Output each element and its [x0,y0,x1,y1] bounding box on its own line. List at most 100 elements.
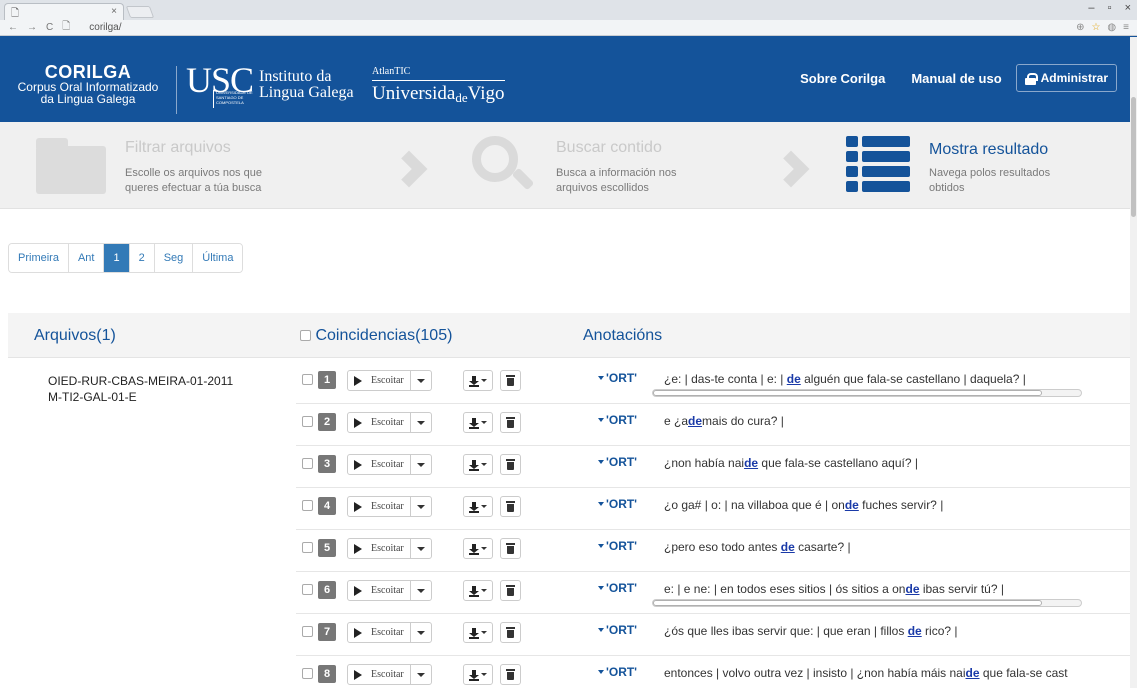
match-highlight-link[interactable]: de [744,456,758,470]
ort-annotation-toggle[interactable]: 'ORT' [598,539,637,553]
download-button[interactable] [463,370,493,391]
address-bar[interactable]: corilga/ [89,22,121,33]
ort-annotation-toggle[interactable]: 'ORT' [598,455,637,469]
play-button[interactable]: Escoitar [348,413,411,432]
chevron-right-icon [772,150,810,188]
ort-annotation-toggle[interactable]: 'ORT' [598,497,637,511]
download-button[interactable] [463,454,493,475]
download-button[interactable] [463,664,493,685]
download-button[interactable] [463,622,493,643]
ort-annotation-toggle[interactable]: 'ORT' [598,665,637,679]
step-show-title[interactable]: Mostra resultado [929,141,1048,159]
download-button[interactable] [463,412,493,433]
row-number-badge: 4 [318,497,336,515]
delete-button[interactable] [500,412,521,433]
page-1[interactable]: 1 [104,244,130,272]
match-text: ¿ós que lles ibas servir que: | que eran… [664,624,958,638]
play-button[interactable]: Escoitar [348,371,411,390]
play-options-dropdown[interactable] [411,455,431,474]
match-text: ¿e: | das-te conta | e: | de alguén que … [664,372,1026,386]
ort-annotation-toggle[interactable]: 'ORT' [598,413,637,427]
browser-tab[interactable]: 🗋 × [4,3,124,20]
match-highlight-link[interactable]: de [781,540,795,554]
play-options-dropdown[interactable] [411,371,431,390]
row-checkbox[interactable] [302,416,313,427]
row-checkbox[interactable] [302,458,313,469]
delete-button[interactable] [500,454,521,475]
download-button[interactable] [463,538,493,559]
close-tab-icon[interactable]: × [111,6,117,17]
play-options-dropdown[interactable] [411,539,431,558]
delete-button[interactable] [500,580,521,601]
menu-icon[interactable]: ≡ [1123,22,1129,33]
step-filter-title[interactable]: Filtrar arquivos [125,139,231,157]
audio-progress-bar[interactable] [652,599,1082,607]
delete-button[interactable] [500,538,521,559]
play-options-dropdown[interactable] [411,623,431,642]
extension-icon[interactable]: ◍ [1107,22,1116,33]
match-highlight-link[interactable]: de [787,372,801,386]
page-prev[interactable]: Ant [68,244,105,272]
zoom-icon[interactable]: ⊕ [1076,22,1084,33]
play-options-dropdown[interactable] [411,497,431,516]
match-highlight-link[interactable]: de [908,624,922,638]
match-row: 7 Escoitar 'ORT' ¿ós que lles ibas servi… [296,614,1132,656]
match-highlight-link[interactable]: de [688,414,702,428]
download-button[interactable] [463,580,493,601]
audio-progress-bar[interactable] [652,389,1082,397]
forward-icon[interactable]: → [27,22,37,33]
page-last[interactable]: Última [193,244,243,272]
minimize-icon[interactable]: – [1088,2,1094,14]
ilg-line-2: Lingua Galega [259,84,354,101]
page-scrollbar[interactable] [1130,37,1137,688]
scrollbar-thumb[interactable] [1131,97,1136,217]
chevron-down-icon [416,378,425,383]
step-show-sub1: Navega polos resultados [929,167,1051,179]
nav-about-link[interactable]: Sobre Corilga [800,71,885,86]
match-highlight-link[interactable]: de [845,498,859,512]
match-highlight-link[interactable]: de [905,582,919,596]
new-tab-button[interactable] [125,6,155,18]
play-button[interactable]: Escoitar [348,623,411,642]
file-name-line-1: OIED-RUR-CBAS-MEIRA-01-2011 [48,374,234,388]
corilga-logo[interactable]: CORILGA Corpus Oral Informatizado da Lin… [8,63,168,105]
bookmark-star-icon[interactable]: ☆ [1091,22,1100,33]
row-checkbox[interactable] [302,584,313,595]
play-options-dropdown[interactable] [411,413,431,432]
page-info-icon[interactable]: 🗋 [62,19,70,36]
play-button[interactable]: Escoitar [348,581,411,600]
page-next[interactable]: Seg [154,244,194,272]
reload-icon[interactable]: C [46,22,53,33]
delete-button[interactable] [500,622,521,643]
step-search-title[interactable]: Buscar contido [556,139,662,157]
play-options-dropdown[interactable] [411,665,431,684]
play-button[interactable]: Escoitar [348,539,411,558]
ort-annotation-toggle[interactable]: 'ORT' [598,623,637,637]
row-checkbox[interactable] [302,626,313,637]
delete-button[interactable] [500,370,521,391]
select-all-checkbox[interactable] [300,330,311,341]
play-button[interactable]: Escoitar [348,455,411,474]
row-checkbox[interactable] [302,668,313,679]
row-checkbox[interactable] [302,374,313,385]
play-button[interactable]: Escoitar [348,665,411,684]
ort-annotation-toggle[interactable]: 'ORT' [598,371,637,385]
download-button[interactable] [463,496,493,517]
admin-button[interactable]: Administrar [1015,64,1117,92]
ort-annotation-toggle[interactable]: 'ORT' [598,581,637,595]
play-button[interactable]: Escoitar [348,497,411,516]
delete-button[interactable] [500,664,521,685]
close-window-icon[interactable]: × [1125,2,1131,14]
chevron-down-icon [416,588,425,593]
match-highlight-link[interactable]: de [966,666,980,680]
page-first[interactable]: Primeira [9,244,69,272]
row-checkbox[interactable] [302,500,313,511]
page-2[interactable]: 2 [129,244,155,272]
delete-button[interactable] [500,496,521,517]
restore-icon[interactable]: ▫ [1108,2,1112,14]
file-item[interactable]: OIED-RUR-CBAS-MEIRA-01-2011 M-TI2-GAL-01… [48,373,268,405]
nav-manual-link[interactable]: Manual de uso [911,71,1001,86]
back-icon[interactable]: ← [8,22,18,33]
row-checkbox[interactable] [302,542,313,553]
play-options-dropdown[interactable] [411,581,431,600]
